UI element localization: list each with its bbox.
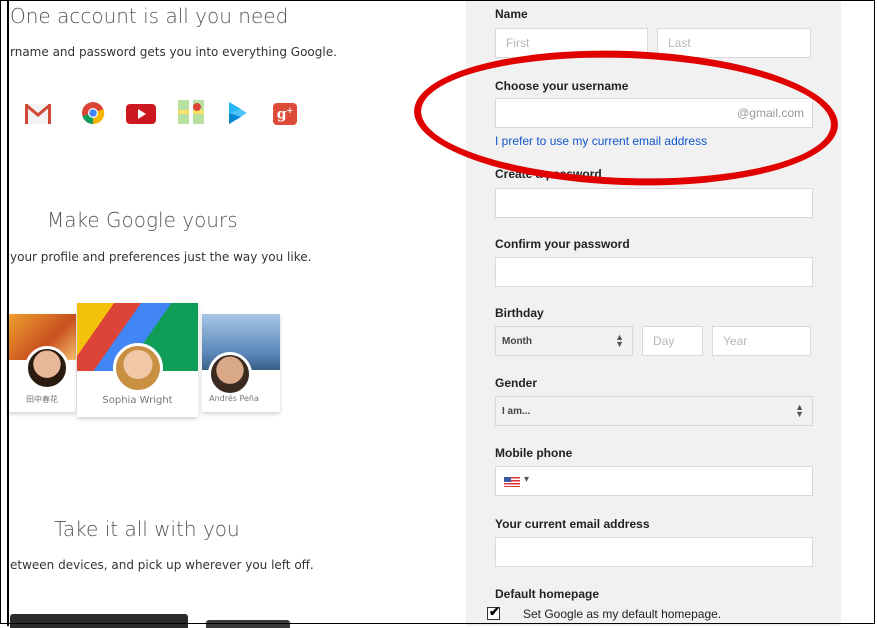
section3-title: Take it all with you: [54, 517, 240, 541]
profile-card-left: 田中春花: [8, 314, 76, 412]
avatar: [208, 352, 252, 396]
use-current-email-link[interactable]: I prefer to use my current email address: [495, 134, 707, 148]
avatar: [113, 343, 163, 393]
default-homepage-checkbox[interactable]: ✔: [487, 604, 500, 620]
password-input[interactable]: [495, 188, 813, 218]
section2-subtitle: your profile and preferences just the wa…: [10, 250, 312, 264]
section1-title: One account is all you need: [10, 4, 289, 28]
profile-name: 田中春花: [26, 395, 58, 404]
birth-year-input[interactable]: Year: [712, 326, 811, 356]
confirm-password-label: Confirm your password: [495, 237, 630, 251]
current-email-label: Your current email address: [495, 517, 650, 531]
select-arrows-icon: ▲ ▼: [795, 402, 804, 419]
section3-subtitle: etween devices, and pick up wherever you…: [10, 558, 314, 572]
profile-card-featured: Sophia Wright: [77, 303, 198, 417]
google-plus-icon: g+: [273, 103, 297, 125]
password-label: Create a password: [495, 167, 602, 181]
tablet-image: [206, 620, 290, 628]
us-flag-icon[interactable]: [504, 477, 520, 487]
youtube-icon: [126, 104, 156, 124]
birth-day-input[interactable]: Day: [642, 326, 703, 356]
profile-card-right: Andrés Peña: [202, 314, 280, 412]
gender-select[interactable]: I am... ▲ ▼: [495, 396, 813, 426]
mobile-phone-input[interactable]: ▾: [495, 466, 813, 496]
avatar: [25, 346, 69, 390]
section2-title: Make Google yours: [47, 208, 238, 232]
profile-name: Sophia Wright: [102, 395, 173, 406]
current-email-input[interactable]: [495, 537, 813, 567]
checkmark-icon: ✔: [489, 604, 500, 619]
gmail-suffix: @gmail.com: [737, 106, 804, 120]
gmail-icon: [25, 103, 51, 125]
first-name-input[interactable]: First: [495, 28, 648, 58]
last-name-input[interactable]: Last: [657, 28, 811, 58]
profile-name: Andrés Peña: [209, 394, 259, 403]
name-label: Name: [495, 7, 528, 21]
play-store-icon: [225, 102, 251, 124]
gender-label: Gender: [495, 376, 538, 390]
confirm-password-input[interactable]: [495, 257, 813, 287]
select-arrows-icon: ▲ ▼: [615, 332, 624, 349]
country-dropdown-icon[interactable]: ▾: [524, 474, 529, 485]
chrome-icon: [80, 102, 106, 125]
username-label: Choose your username: [495, 79, 629, 93]
left-border: [7, 0, 9, 626]
birth-month-select[interactable]: Month ▲ ▼: [495, 326, 633, 356]
default-homepage-checkbox-label: Set Google as my default homepage.: [523, 607, 722, 621]
maps-icon: [178, 100, 204, 124]
username-input[interactable]: @gmail.com: [495, 98, 813, 128]
default-homepage-label: Default homepage: [495, 587, 600, 601]
birthday-label: Birthday: [495, 306, 544, 320]
section1-subtitle: rname and password gets you into everyth…: [10, 45, 337, 59]
mobile-phone-label: Mobile phone: [495, 446, 573, 460]
